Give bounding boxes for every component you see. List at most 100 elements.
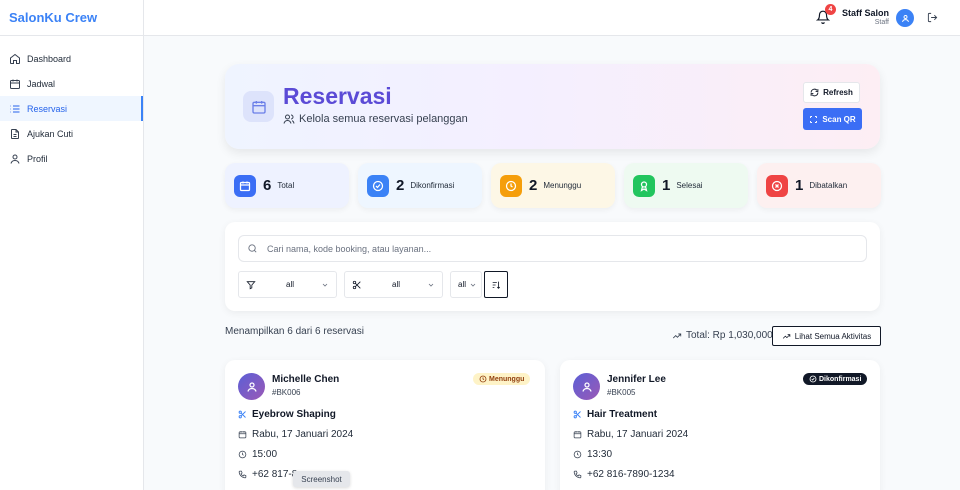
clock-icon <box>500 174 522 197</box>
filter-card: all all all <box>225 222 880 311</box>
status-badge: Menunggu <box>473 373 531 385</box>
reservation-date: Rabu, 17 Januari 2024 <box>252 429 354 440</box>
user-name: Staff Salon <box>841 8 889 18</box>
avatar <box>238 373 265 400</box>
sort-order-button[interactable] <box>484 271 508 298</box>
search-box[interactable] <box>238 235 867 262</box>
document-icon <box>9 128 21 140</box>
chevron-down-icon <box>470 283 476 287</box>
reservation-card[interactable]: Michelle Chen #BK006 Menunggu Eyebrow Sh… <box>225 360 545 490</box>
service-filter-select[interactable]: all <box>344 271 443 298</box>
sidebar-item-reservasi[interactable]: Reservasi <box>0 96 143 121</box>
users-icon <box>283 114 295 124</box>
stat-label: Dibatalkan <box>809 181 848 190</box>
refresh-button[interactable]: Refresh <box>803 82 860 103</box>
calendar-icon <box>573 431 582 439</box>
chevron-down-icon <box>322 283 328 287</box>
check-circle-icon <box>809 375 817 383</box>
phone-row: +62 817-8 <box>238 469 297 480</box>
stat-menunggu[interactable]: 2 Menunggu <box>491 163 615 208</box>
service-row: Eyebrow Shaping <box>238 409 336 420</box>
customer-phone: +62 817-8 <box>252 469 298 480</box>
avatar[interactable] <box>896 9 914 27</box>
stat-selesai[interactable]: 1 Selesai <box>624 163 748 208</box>
page-header-card: Reservasi Kelola semua reservasi pelangg… <box>225 64 880 149</box>
service-name: Eyebrow Shaping <box>252 409 336 420</box>
booking-code: #BK005 <box>607 388 636 397</box>
sort-field-select[interactable]: all <box>450 271 482 298</box>
stat-label: Total <box>277 181 295 190</box>
customer-name: Jennifer Lee <box>607 374 666 385</box>
reservation-card[interactable]: Jennifer Lee #BK005 Dikonfirmasi Hair Tr… <box>560 360 880 490</box>
phone-row: +62 816-7890-1234 <box>573 469 675 480</box>
trending-up-icon <box>782 333 790 339</box>
user-icon <box>9 153 21 165</box>
user-role: Staff <box>874 19 889 26</box>
scissors-icon <box>573 410 581 419</box>
sidebar: SalonKu Crew Dashboard Jadwal Reservasi … <box>0 0 144 490</box>
status-text: Dikonfirmasi <box>819 375 862 383</box>
search-input[interactable] <box>267 243 847 254</box>
sidebar-item-ajukan-cuti[interactable]: Ajukan Cuti <box>0 121 143 146</box>
page-subtitle: Kelola semua reservasi pelanggan <box>283 113 468 125</box>
stat-label: Dikonfirmasi <box>410 181 455 190</box>
total-revenue: Total: Rp 1,030,000 <box>672 330 773 341</box>
clock-icon <box>573 450 582 459</box>
status-filter-select[interactable]: all <box>238 271 337 298</box>
stat-value: 2 <box>529 177 538 194</box>
time-row: 13:30 <box>573 449 612 460</box>
trending-up-icon <box>672 333 682 338</box>
date-row: Rabu, 17 Januari 2024 <box>238 429 353 440</box>
refresh-icon <box>810 88 819 97</box>
activity-label: Lihat Semua Aktivitas <box>794 331 872 341</box>
sidebar-item-dashboard[interactable]: Dashboard <box>0 46 143 71</box>
sidebar-item-jadwal[interactable]: Jadwal <box>0 71 143 96</box>
stat-dikonfirmasi[interactable]: 2 Dikonfirmasi <box>358 163 482 208</box>
booking-code: #BK006 <box>272 388 301 397</box>
award-icon <box>633 174 655 197</box>
topbar: 4 Staff Salon Staff <box>144 0 960 36</box>
notification-badge: 4 <box>825 4 836 15</box>
chevron-down-icon <box>428 283 434 287</box>
scan-icon <box>810 115 818 123</box>
logout-icon[interactable] <box>927 12 938 23</box>
refresh-label: Refresh <box>823 88 853 97</box>
service-row: Hair Treatment <box>573 409 657 420</box>
date-row: Rabu, 17 Januari 2024 <box>573 429 688 440</box>
list-icon <box>9 103 21 115</box>
check-circle-icon <box>367 174 389 197</box>
reservation-date: Rabu, 17 Januari 2024 <box>587 429 689 440</box>
total-text: Total: Rp 1,030,000 <box>686 330 773 341</box>
clock-icon <box>479 375 487 383</box>
calendar-icon <box>238 431 247 439</box>
user-icon <box>901 14 909 22</box>
stat-label: Selesai <box>676 181 703 190</box>
avatar <box>573 373 600 400</box>
sidebar-item-label: Dashboard <box>27 53 72 64</box>
view-all-activity-button[interactable]: Lihat Semua Aktivitas <box>772 326 881 346</box>
clock-icon <box>238 450 247 459</box>
sort-icon <box>492 281 501 289</box>
sort-field-value: all <box>458 280 467 289</box>
service-filter-value: all <box>392 280 401 289</box>
calendar-icon <box>234 174 256 197</box>
user-icon <box>246 381 257 392</box>
stat-total[interactable]: 6 Total <box>225 163 349 208</box>
filter-icon <box>246 280 256 289</box>
stat-value: 2 <box>396 177 405 194</box>
sidebar-item-profil[interactable]: Profil <box>0 146 143 171</box>
stat-value: 1 <box>662 177 671 194</box>
sidebar-nav: Dashboard Jadwal Reservasi Ajukan Cuti P… <box>0 36 143 171</box>
status-filter-value: all <box>286 280 295 289</box>
phone-icon <box>238 470 247 479</box>
stat-value: 1 <box>795 177 804 194</box>
calendar-icon <box>243 91 274 122</box>
phone-icon <box>573 470 582 479</box>
results-count: Menampilkan 6 dari 6 reservasi <box>225 326 364 337</box>
page-title: Reservasi <box>283 83 392 109</box>
home-icon <box>9 53 21 65</box>
stat-dibatalkan[interactable]: 1 Dibatalkan <box>757 163 881 208</box>
stat-label: Menunggu <box>543 181 582 190</box>
scan-qr-button[interactable]: Scan QR <box>803 108 862 130</box>
sidebar-item-label: Jadwal <box>27 78 56 89</box>
